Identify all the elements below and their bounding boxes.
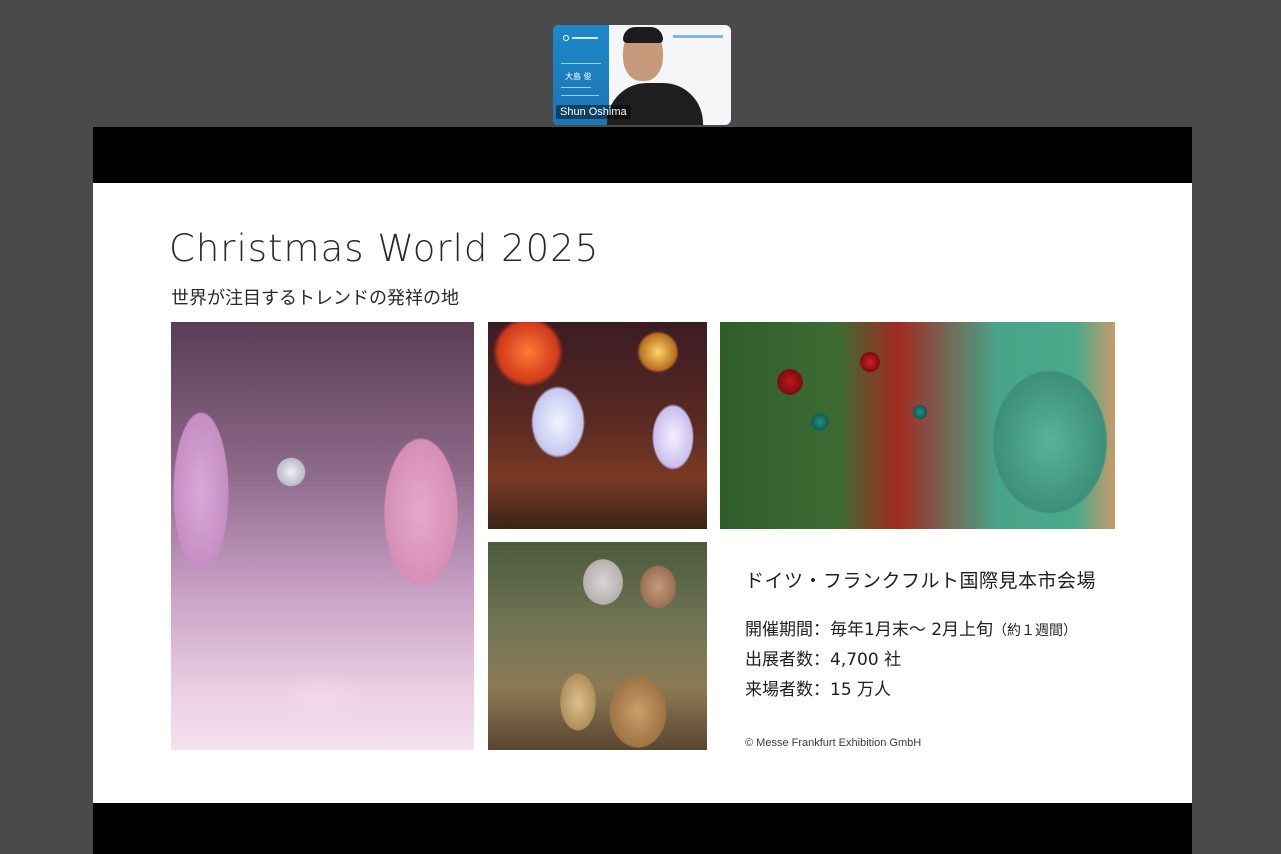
- company-logo: [563, 35, 599, 41]
- participant-video-tile[interactable]: 大島 俊 Shun Oshima: [553, 25, 731, 125]
- background-text: [673, 35, 723, 38]
- copyright-notice: © Messe Frankfurt Exhibition GmbH: [745, 737, 922, 749]
- photo-light-swans: [488, 322, 707, 529]
- info-exhibitors: 出展者数：4,700 社: [745, 650, 902, 670]
- venue-heading: ドイツ・フランクフルト国際見本市会場: [745, 570, 1097, 592]
- info-visitors: 来場者数：15 万人: [745, 680, 892, 700]
- photo-ornament-display: [720, 322, 1115, 529]
- presentation-slide: Christmas World 2025 世界が注目するトレンドの発祥の地 ドイ…: [93, 183, 1192, 803]
- shared-screen: Christmas World 2025 世界が注目するトレンドの発祥の地 ドイ…: [93, 127, 1192, 854]
- photo-pink-christmas-trees: [171, 322, 474, 750]
- participant-name-label: Shun Oshima: [556, 105, 631, 119]
- info-period-text: 開催期間：毎年1月末～ 2月上旬: [745, 620, 994, 640]
- slide-subtitle: 世界が注目するトレンドの発祥の地: [171, 288, 459, 309]
- slide-title: Christmas World 2025: [169, 227, 600, 270]
- photo-wooden-figures: [488, 542, 707, 750]
- info-period: 開催期間：毎年1月末～ 2月上旬（約１週間）: [745, 615, 1077, 640]
- info-period-note: （約１週間）: [993, 623, 1078, 639]
- participant-hair: [623, 27, 663, 43]
- participant-name-jp: 大島 俊: [565, 72, 592, 81]
